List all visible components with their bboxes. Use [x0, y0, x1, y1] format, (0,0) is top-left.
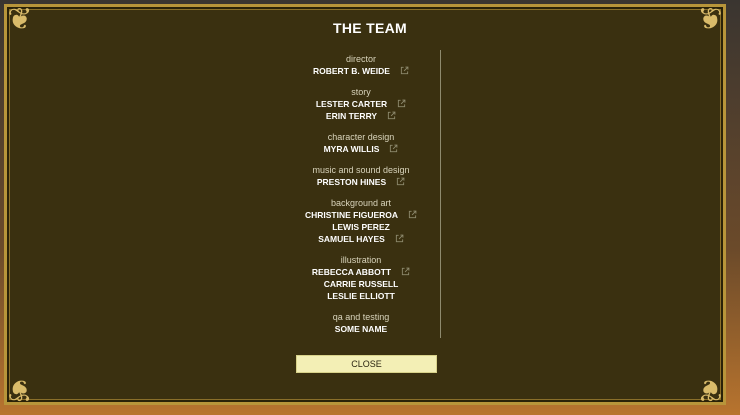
credit-name: REBECCA ABBOTT [311, 267, 392, 277]
credit-person: SAMUEL HAYES [290, 233, 432, 245]
credits-content: director ROBERT B. WEIDE story LESTER CARTE… [290, 54, 432, 338]
credit-section: character design MYRA WILLIS [290, 132, 432, 155]
credit-role: story [351, 87, 371, 97]
credit-name: CHRISTINE FIGUEROA [304, 210, 399, 220]
credit-person: LESTER CARTER [290, 98, 432, 110]
credit-section: story LESTER CARTER ERIN TERRY [290, 87, 432, 122]
credit-person: SOME NAME [290, 323, 432, 335]
external-link-icon[interactable] [401, 267, 410, 276]
external-link-icon[interactable] [387, 111, 396, 120]
dialog-title: THE TEAM [333, 20, 407, 36]
external-link-icon[interactable] [389, 144, 398, 153]
credit-name: CARRIE RUSSELL [323, 279, 399, 289]
ornament-corner-icon: ❦ [697, 372, 723, 407]
credits-list[interactable]: director ROBERT B. WEIDE story LESTER CARTE… [290, 50, 441, 338]
credit-role: director [345, 54, 376, 64]
credit-role: character design [327, 132, 395, 142]
credit-person: PRESTON HINES [290, 176, 432, 188]
credit-person: MYRA WILLIS [290, 143, 432, 155]
credit-name: MYRA WILLIS [323, 144, 380, 154]
credit-section: background art CHRISTINE FIGUEROA LEWIS PE… [290, 198, 432, 245]
credit-person: CHRISTINE FIGUEROA [290, 209, 432, 221]
credit-role: qa and testing [332, 312, 390, 322]
credit-person: LESLIE ELLIOTT [290, 290, 432, 302]
credit-section: director ROBERT B. WEIDE [290, 54, 432, 77]
credit-person: SOME NAME [290, 335, 432, 338]
external-link-icon[interactable] [395, 234, 404, 243]
credit-name: ERIN TERRY [325, 111, 378, 121]
close-button[interactable]: CLOSE [296, 355, 437, 373]
credit-name: SAMUEL HAYES [318, 234, 385, 244]
credit-section: qa and testing SOME NAME SOME NAME [290, 312, 432, 338]
external-link-icon[interactable] [396, 177, 405, 186]
credit-person: CARRIE RUSSELL [290, 278, 432, 290]
credit-role: illustration [340, 255, 382, 265]
credit-section: illustration REBECCA ABBOTT CARRIE RUSSELL… [290, 255, 432, 302]
external-link-icon[interactable] [400, 66, 409, 75]
credit-person: REBECCA ABBOTT [290, 266, 432, 278]
credit-person: ROBERT B. WEIDE [290, 65, 432, 77]
credit-name: LESTER CARTER [315, 99, 388, 109]
credit-name: PRESTON HINES [316, 177, 387, 187]
credit-section: music and sound design PRESTON HINES [290, 165, 432, 188]
credit-role: music and sound design [312, 165, 410, 175]
external-link-icon[interactable] [397, 99, 406, 108]
credit-person: ERIN TERRY [290, 110, 432, 122]
credit-role: background art [330, 198, 392, 208]
credit-name: SOME NAME [334, 324, 388, 334]
credit-name: LESLIE ELLIOTT [327, 291, 395, 301]
external-link-icon[interactable] [408, 210, 417, 219]
credit-name: SOME NAME [335, 336, 387, 338]
credit-name: ROBERT B. WEIDE [313, 66, 390, 76]
credit-name: LEWIS PEREZ [332, 222, 390, 232]
credit-person: LEWIS PEREZ [290, 221, 432, 233]
ornament-corner-icon: ❦ [7, 372, 33, 407]
